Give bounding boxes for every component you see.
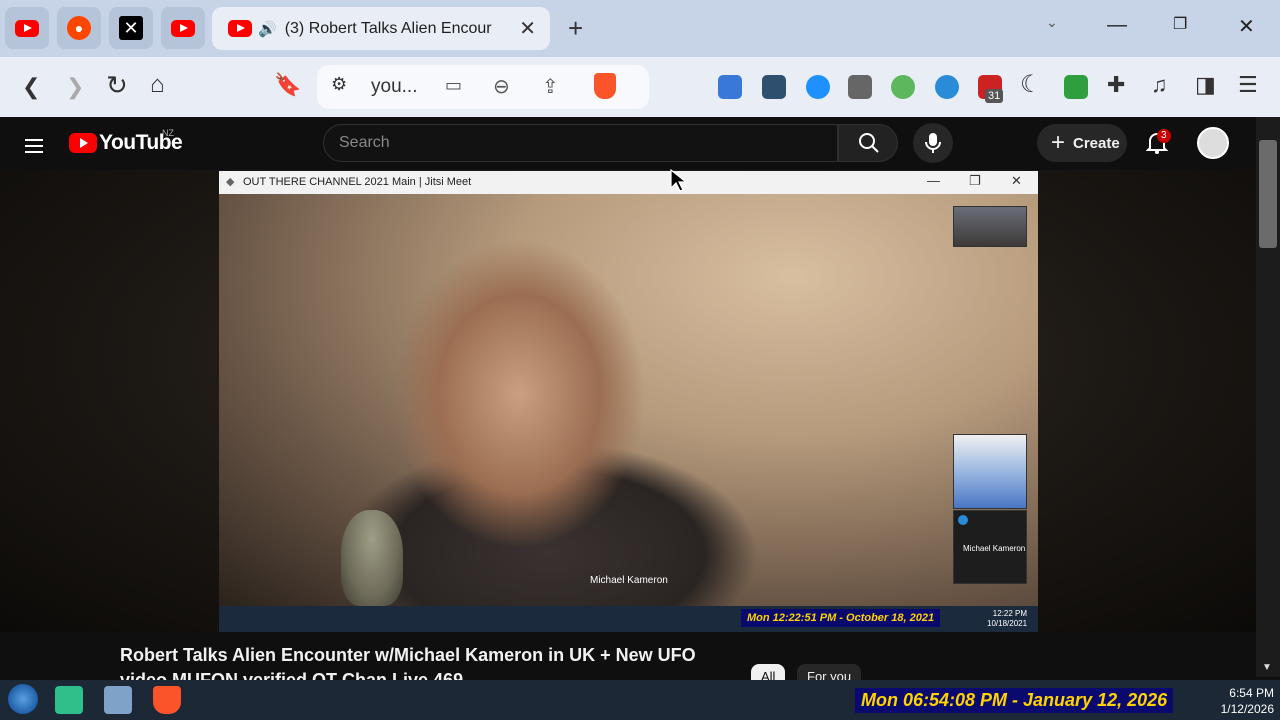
jitsi-restore-icon: ❐: [969, 173, 981, 188]
jitsi-window: ◆ OUT THERE CHANNEL 2021 Main | Jitsi Me…: [219, 171, 1038, 632]
mouse-cursor-icon: [670, 169, 688, 192]
inner-clock: 12:22 PM 10/18/2021: [987, 609, 1027, 629]
minimize-button[interactable]: —: [1107, 14, 1127, 37]
jitsi-window-title: OUT THERE CHANNEL 2021 Main | Jitsi Meet: [243, 176, 472, 188]
voice-search-button[interactable]: [913, 123, 953, 163]
scroll-down-arrow-icon[interactable]: ▼: [1262, 662, 1272, 673]
start-button-icon[interactable]: [8, 684, 38, 714]
video-timestamp-overlay: Mon 12:22:51 PM - October 18, 2021: [741, 609, 941, 627]
forward-icon[interactable]: ❯: [66, 73, 84, 101]
create-button[interactable]: + Create: [1037, 124, 1127, 162]
tab-search-icon[interactable]: ⌄: [1046, 14, 1058, 31]
speaker-name-label: Michael Kameron: [590, 575, 668, 586]
close-window-button[interactable]: ✕: [1238, 14, 1255, 39]
music-icon[interactable]: ♫: [1151, 71, 1168, 99]
jitsi-minimize-icon: —: [927, 173, 940, 188]
pinned-tab-reddit[interactable]: ●: [57, 7, 101, 49]
share-icon[interactable]: ⇪: [542, 74, 559, 99]
site-settings-icon[interactable]: ⚙: [331, 74, 347, 95]
pinned-tab-x[interactable]: ✕: [109, 7, 153, 49]
os-clock-time: 6:54 PM: [1229, 686, 1274, 700]
sidebar-icon[interactable]: ◨: [1195, 71, 1216, 99]
taskbar-app-1-icon[interactable]: [55, 686, 83, 714]
reload-icon[interactable]: ↻: [106, 71, 128, 99]
extension-badge: 31: [985, 89, 1004, 103]
address-text: you...: [371, 76, 418, 97]
plus-icon: +: [1051, 129, 1066, 156]
youtube-icon: [15, 19, 39, 37]
avatar[interactable]: [1197, 127, 1229, 159]
menu-icon[interactable]: ☰: [1238, 71, 1258, 99]
inner-clock-date: 10/18/2021: [987, 619, 1028, 628]
microphone-icon: [925, 133, 941, 153]
taskbar-app-2-icon[interactable]: [104, 686, 132, 714]
create-label: Create: [1073, 134, 1120, 152]
jitsi-title-bar: ◆ OUT THERE CHANNEL 2021 Main | Jitsi Me…: [219, 171, 1038, 194]
install-icon[interactable]: ▭: [445, 75, 462, 96]
restore-button[interactable]: ❐: [1173, 14, 1187, 34]
video-title: Robert Talks Alien Encounter w/Michael K…: [120, 645, 696, 665]
extension-icon-4[interactable]: [848, 75, 872, 99]
thumbnail-participant-name: Michael Kameron: [963, 544, 1026, 553]
video-title-line-2: video MUFON verified OT Chan Live 469: [120, 670, 464, 680]
speaker-icon[interactable]: 🔊: [258, 20, 277, 38]
region-label: NZ: [162, 128, 174, 138]
pinned-tab-youtube-2[interactable]: [161, 7, 205, 49]
alien-figure: [341, 510, 403, 606]
back-icon[interactable]: ❮: [22, 73, 40, 101]
active-tab[interactable]: 🔊 (3) Robert Talks Alien Encour ✕: [212, 7, 550, 50]
extension-icon-8[interactable]: [1064, 75, 1088, 99]
extension-icon-1[interactable]: [718, 75, 742, 99]
youtube-icon: [171, 19, 195, 37]
extension-icon-6[interactable]: [935, 75, 959, 99]
jitsi-close-icon: ✕: [1011, 173, 1022, 188]
participant-thumbnail-2: [953, 434, 1027, 509]
extension-icon-2[interactable]: [762, 75, 786, 99]
participant-thumbnail-1: [953, 206, 1027, 247]
notification-count-badge: 3: [1157, 129, 1171, 143]
scrollbar-thumb[interactable]: [1259, 140, 1277, 248]
extension-icon-5[interactable]: [891, 75, 915, 99]
brave-shield-icon[interactable]: [594, 73, 616, 99]
search-placeholder: Search: [339, 134, 390, 151]
new-tab-button[interactable]: +: [568, 14, 583, 42]
youtube-icon: [228, 20, 252, 37]
jitsi-app-icon: ◆: [226, 176, 235, 188]
speaker-indicator-icon: [958, 515, 968, 525]
reddit-icon: ●: [67, 16, 91, 40]
extension-icon-3[interactable]: [806, 75, 830, 99]
inner-clock-time: 12:22 PM: [992, 609, 1028, 618]
youtube-logo-icon[interactable]: [69, 133, 97, 153]
os-clock-date: 1/12/2026: [1220, 702, 1274, 716]
dark-mode-icon[interactable]: ☾: [1020, 71, 1042, 99]
os-clock[interactable]: 6:54 PM 1/12/2026: [1210, 685, 1274, 717]
tab-title: (3) Robert Talks Alien Encour: [284, 19, 492, 37]
address-bar[interactable]: ⚙ you... ▭ ⊖ ⇪: [317, 65, 649, 109]
os-timestamp-overlay: Mon 06:54:08 PM - January 12, 2026: [855, 688, 1174, 713]
search-icon: [859, 133, 879, 153]
zoom-icon[interactable]: ⊖: [493, 74, 510, 99]
tab-close-icon[interactable]: ✕: [519, 16, 536, 41]
bookmark-icon[interactable]: 🔖: [274, 71, 301, 99]
brave-browser-icon[interactable]: [153, 686, 181, 714]
search-button[interactable]: [838, 124, 898, 162]
search-input[interactable]: [323, 124, 838, 162]
pinned-tab-youtube[interactable]: [5, 7, 49, 49]
extensions-icon[interactable]: ✚: [1107, 71, 1125, 99]
guide-menu-icon[interactable]: [25, 135, 43, 157]
home-icon[interactable]: ⌂: [150, 71, 165, 99]
x-icon: ✕: [119, 16, 143, 40]
